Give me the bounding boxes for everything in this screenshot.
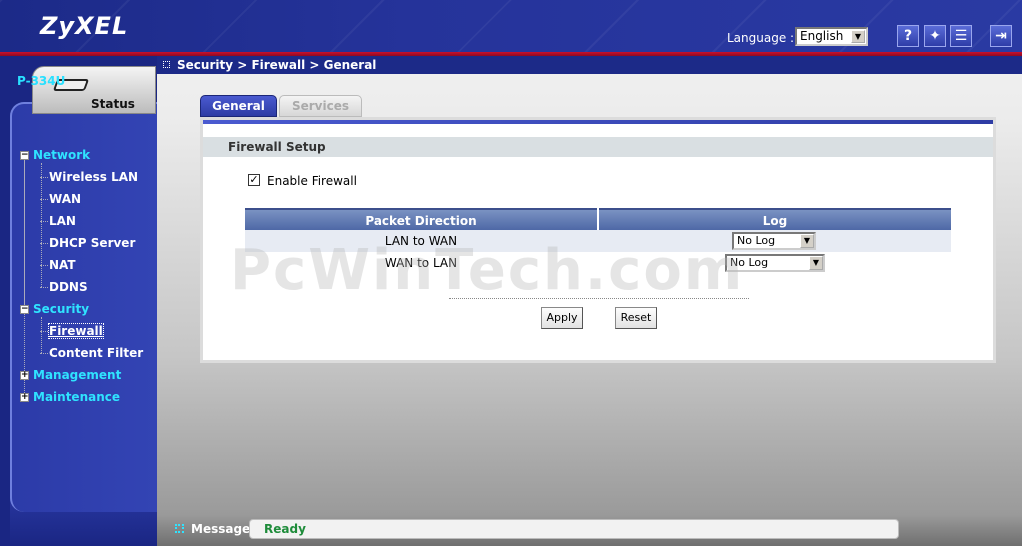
logout-icon[interactable]: ⇥ [990, 25, 1012, 47]
section-title: Firewall Setup [203, 137, 993, 157]
nav-wan[interactable]: WAN [49, 192, 81, 206]
collapse-icon[interactable]: − [20, 151, 29, 160]
column-header-log: Log [599, 208, 951, 230]
tab-general[interactable]: General [200, 95, 277, 117]
message-icon [175, 524, 184, 533]
tab-services[interactable]: Services [279, 95, 362, 117]
help-icon[interactable]: ? [897, 25, 919, 47]
expand-icon[interactable]: + [20, 393, 29, 402]
enable-firewall-checkbox[interactable]: ✓ [248, 174, 260, 186]
nav-content-filter[interactable]: Content Filter [49, 346, 143, 360]
chevron-down-icon: ▼ [800, 234, 814, 248]
device-name: P-334U [17, 74, 66, 88]
expand-icon[interactable]: + [20, 371, 29, 380]
nav-lan[interactable]: LAN [49, 214, 76, 228]
nav-nat[interactable]: NAT [49, 258, 76, 272]
sitemap-icon[interactable]: ☰ [950, 25, 972, 47]
chevron-down-icon: ▼ [809, 256, 823, 270]
breadcrumb: Security > Firewall > General [177, 58, 377, 72]
breadcrumb-icon [163, 61, 170, 68]
nav-ddns[interactable]: DDNS [49, 280, 88, 294]
column-header-packet-direction: Packet Direction [245, 208, 597, 230]
wizard-icon[interactable]: ✦ [924, 25, 946, 47]
nav-network[interactable]: Network [33, 148, 90, 162]
watermark: PcWinTech.com [230, 238, 745, 303]
message-box: Ready [249, 519, 899, 539]
nav-firewall[interactable]: Firewall [48, 323, 104, 339]
status-bar: Message Ready [157, 515, 1022, 546]
nav-dhcp-server[interactable]: DHCP Server [49, 236, 135, 250]
language-select[interactable]: English ▼ [795, 27, 868, 46]
header-bar: ZyXEL Language : English ▼ ? ✦ ☰ ⇥ [0, 0, 1022, 52]
nav-maintenance[interactable]: Maintenance [33, 390, 120, 404]
nav-wireless-lan[interactable]: Wireless LAN [49, 170, 138, 184]
reset-button[interactable]: Reset [615, 307, 657, 329]
apply-button[interactable]: Apply [541, 307, 583, 329]
language-label: Language : [727, 31, 795, 45]
nav-management[interactable]: Management [33, 368, 121, 382]
status-tab-label: Status [91, 97, 135, 111]
zyxel-logo: ZyXEL [40, 12, 129, 40]
message-text: Ready [264, 522, 306, 536]
language-value: English [800, 29, 844, 43]
nav-security[interactable]: Security [33, 302, 89, 316]
breadcrumb-bar: Security > Firewall > General [157, 56, 1022, 74]
log-select[interactable]: No Log ▼ [732, 232, 816, 250]
chevron-down-icon: ▼ [851, 30, 865, 43]
enable-firewall-label: Enable Firewall [267, 174, 357, 188]
message-label: Message [191, 522, 251, 536]
collapse-icon[interactable]: − [20, 305, 29, 314]
